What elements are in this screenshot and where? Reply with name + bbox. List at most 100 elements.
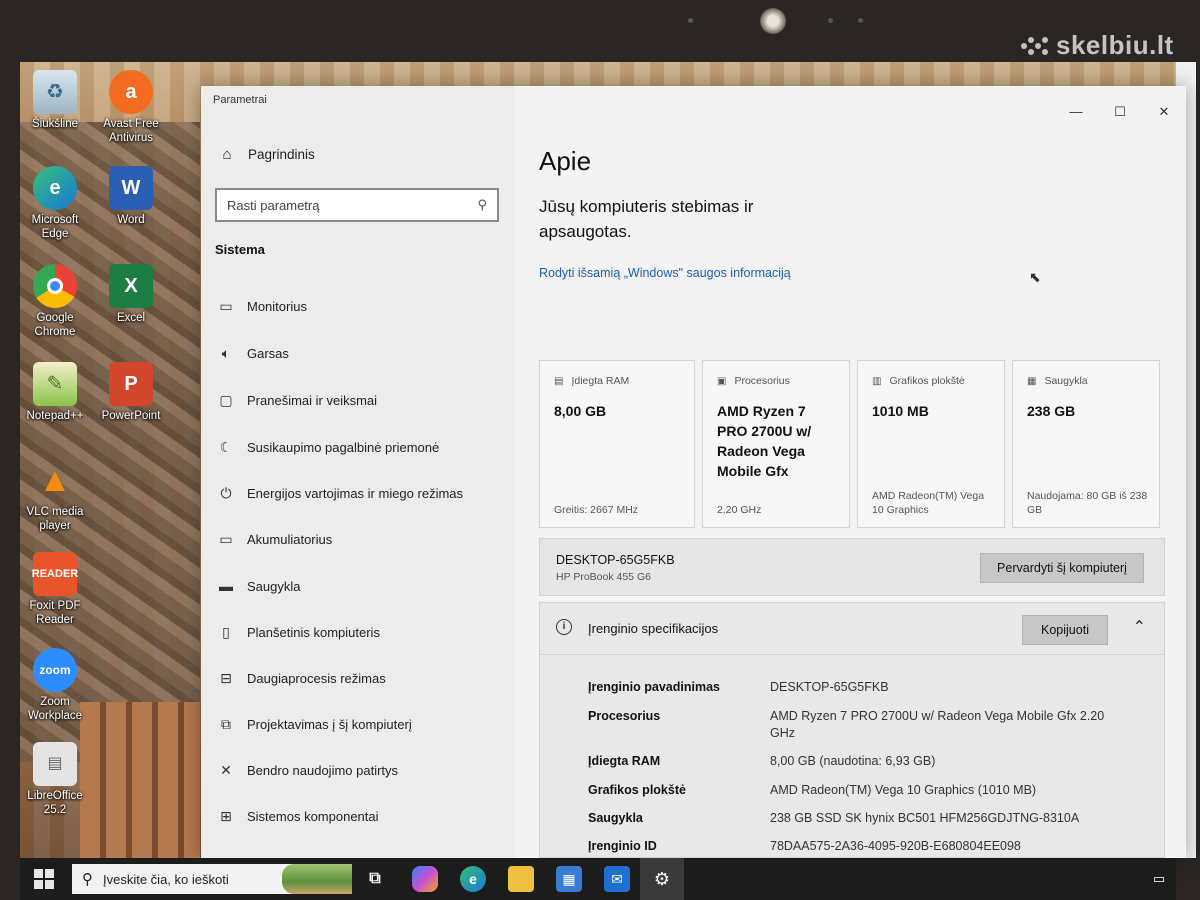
- info-icon: i: [556, 619, 572, 635]
- desktop-icon-zoom[interactable]: zoom Zoom Workplace: [18, 648, 92, 723]
- close-button[interactable]: ✕: [1142, 104, 1186, 120]
- taskbar-search-input[interactable]: ⚲ Įveskite čia, ko ieškoti: [72, 864, 352, 894]
- zoom-icon: zoom: [33, 648, 77, 692]
- wallpaper-arches: [80, 702, 200, 858]
- word-icon: W: [109, 166, 153, 210]
- sidebar-item-label: Daugiaprocesis režimas: [247, 671, 386, 686]
- sidebar-item-energija[interactable]: ⏻ Energijos vartojimas ir miego režimas: [217, 485, 463, 502]
- sidebar-item-plansetinis[interactable]: ▯ Planšetinis kompiuteris: [217, 624, 380, 641]
- settings-icon: ⚙: [653, 868, 671, 889]
- battery-icon: ▭: [219, 531, 233, 547]
- gpu-icon: ▥: [872, 375, 882, 387]
- sidebar-item-label: Saugykla: [247, 578, 301, 594]
- settings-sidebar: Parametrai ⌂ Pagrindinis Rasti parametrą…: [201, 86, 515, 858]
- taskbar-active-app[interactable]: ⚙: [640, 858, 684, 900]
- spec-key: Įrenginio ID: [588, 839, 657, 853]
- notification-icon: ▢: [219, 392, 233, 408]
- speaker-icon: 🔈︎: [221, 345, 231, 361]
- minimize-button[interactable]: —: [1054, 104, 1098, 120]
- sidebar-item-pranesimai[interactable]: ▢ Pranešimai ir veiksmai: [217, 392, 377, 409]
- desktop-icon-label: VLC media player: [26, 506, 84, 532]
- desktop-icon-excel[interactable]: X Excel: [94, 264, 168, 325]
- sidebar-item-akumuliatorius[interactable]: ▭ Akumuliatorius: [217, 531, 332, 548]
- edge-icon[interactable]: e: [460, 866, 486, 892]
- security-status: Jūsų kompiuteris stebimas ir apsaugotas.: [539, 197, 754, 241]
- device-name: DESKTOP-65G5FKB: [556, 553, 675, 567]
- components-icon: ⊞: [220, 808, 232, 824]
- info-card-storage: ▦ Saugykla 238 GB Naudojama: 80 GB iš 238…: [1012, 360, 1160, 528]
- settings-main-pane: — ☐ ✕ Apie Jūsų kompiuteris stebimas ir …: [515, 86, 1186, 858]
- security-details-link[interactable]: Rodyti išsamią „Windows" saugos informac…: [539, 266, 791, 280]
- sidebar-item-saugykla[interactable]: ▬ Saugykla: [217, 578, 300, 594]
- rename-pc-button[interactable]: Pervardyti šį kompiuterį: [980, 553, 1144, 583]
- desktop-icon-word[interactable]: W Word: [94, 166, 168, 227]
- settings-window: Parametrai ⌂ Pagrindinis Rasti parametrą…: [201, 86, 1186, 858]
- desktop-icon-label: Notepad++: [26, 410, 84, 422]
- copilot-icon[interactable]: [412, 866, 438, 892]
- sidebar-item-susikaupimas[interactable]: ☾ Susikaupimo pagalbinė priemonė: [217, 439, 440, 456]
- settings-search-input[interactable]: Rasti parametrą ⚲: [215, 188, 499, 222]
- desktop-icon-label: PowerPoint: [101, 410, 161, 422]
- powerpoint-icon: P: [109, 362, 153, 406]
- desktop-icon-label: Microsoft Edge: [31, 214, 79, 240]
- sidebar-item-daugiaprocesis[interactable]: ⊟ Daugiaprocesis režimas: [217, 670, 386, 687]
- windows-logo-tile: [45, 880, 54, 889]
- spec-row: Grafikos plokštė AMD Radeon(TM) Vega 10 …: [588, 782, 1148, 799]
- copy-button[interactable]: Kopijuoti: [1022, 615, 1108, 645]
- sidebar-item-sistemos-komponentai[interactable]: ⊞ Sistemos komponentai: [217, 808, 379, 825]
- desktop-icon-powerpoint[interactable]: P PowerPoint: [94, 362, 168, 423]
- search-icon: ⚲: [477, 197, 487, 212]
- spec-key: Saugykla: [588, 811, 643, 825]
- card-sub: Naudojama: 80 GB iš 238 GB: [1027, 490, 1148, 516]
- maximize-button[interactable]: ☐: [1098, 104, 1142, 120]
- notification-center-icon[interactable]: ▭: [1146, 866, 1172, 892]
- sidebar-item-label: Sistemos komponentai: [247, 809, 379, 824]
- desktop-icon-chrome[interactable]: Google Chrome: [18, 264, 92, 339]
- chevron-up-icon[interactable]: ⌃: [1133, 617, 1146, 637]
- sidebar-item-label: Bendro naudojimo patirtys: [247, 763, 399, 778]
- card-label: Grafikos plokštė: [889, 375, 965, 387]
- search-highlight-image: [282, 864, 352, 894]
- outlook-icon[interactable]: ✉: [604, 866, 630, 892]
- sidebar-item-label: Energijos vartojimas ir miego režimas: [247, 486, 464, 501]
- card-value: 238 GB: [1027, 403, 1076, 419]
- spec-key: Įdiegta RAM: [588, 754, 661, 768]
- start-button[interactable]: [34, 869, 54, 889]
- device-specs-title: Įrenginio specifikacijos: [588, 621, 719, 636]
- store-icon[interactable]: ▦: [556, 866, 582, 892]
- file-explorer-icon[interactable]: [508, 866, 534, 892]
- excel-icon: X: [109, 264, 153, 308]
- sidebar-item-label: Projektavimas į šį kompiuterį: [247, 717, 412, 732]
- sidebar-item-bendro-naudojimo[interactable]: ✕ Bendro naudojimo patirtys: [217, 762, 398, 779]
- desktop-icon-label: Zoom Workplace: [27, 696, 83, 722]
- projecting-icon: ⧉: [221, 716, 231, 732]
- desktop-icon-avast[interactable]: a Avast Free Antivirus: [94, 70, 168, 145]
- desktop-icon-foxit[interactable]: READER Foxit PDF Reader: [18, 552, 92, 627]
- sidebar-item-projektavimas[interactable]: ⧉ Projektavimas į šį kompiuterį: [217, 716, 412, 733]
- storage-icon: ▬: [219, 578, 233, 594]
- sidebar-item-garsas[interactable]: 🔈︎ Garsas: [217, 345, 289, 362]
- vlc-icon: ▲: [38, 461, 72, 499]
- spec-value: 78DAA575-2A36-4095-920B-E680804EE098: [770, 839, 1021, 853]
- desktop-icon-edge[interactable]: e Microsoft Edge: [18, 166, 92, 241]
- task-view-icon[interactable]: ⧉: [362, 866, 388, 892]
- desktop-icon-notepad-plus[interactable]: ✎ Notepad++: [18, 362, 92, 423]
- disk-icon: ▦: [1027, 375, 1037, 387]
- windows-logo-tile: [34, 880, 43, 889]
- tablet-icon: ▯: [222, 624, 230, 640]
- desktop-icon-recycle-bin[interactable]: ♻ Šiukšlinė: [18, 70, 92, 131]
- nav-home[interactable]: ⌂ Pagrindinis: [217, 146, 314, 163]
- device-specs-panel: i Įrenginio specifikacijos Kopijuoti ⌃ Į…: [539, 602, 1165, 858]
- desktop-icon-libreoffice[interactable]: ▤ LibreOffice 25.2: [18, 742, 92, 817]
- desktop-icon-vlc[interactable]: ▲ VLC media player: [18, 458, 92, 533]
- spec-value: 238 GB SSD SK hynix BC501 HFM256GDJTNG-8…: [770, 811, 1080, 825]
- page-title: Apie: [539, 146, 592, 176]
- moon-icon: ☾: [219, 439, 233, 455]
- sidebar-item-monitorius[interactable]: ▭ Monitorius: [217, 298, 307, 315]
- card-label: Procesorius: [734, 375, 790, 387]
- search-icon: ⚲: [82, 871, 93, 888]
- ram-icon: ▤: [554, 375, 564, 387]
- desktop-icon-label: LibreOffice 25.2: [27, 790, 83, 816]
- card-label: Įdiegta RAM: [571, 375, 630, 387]
- device-specs-header[interactable]: i Įrenginio specifikacijos Kopijuoti ⌃: [540, 603, 1164, 655]
